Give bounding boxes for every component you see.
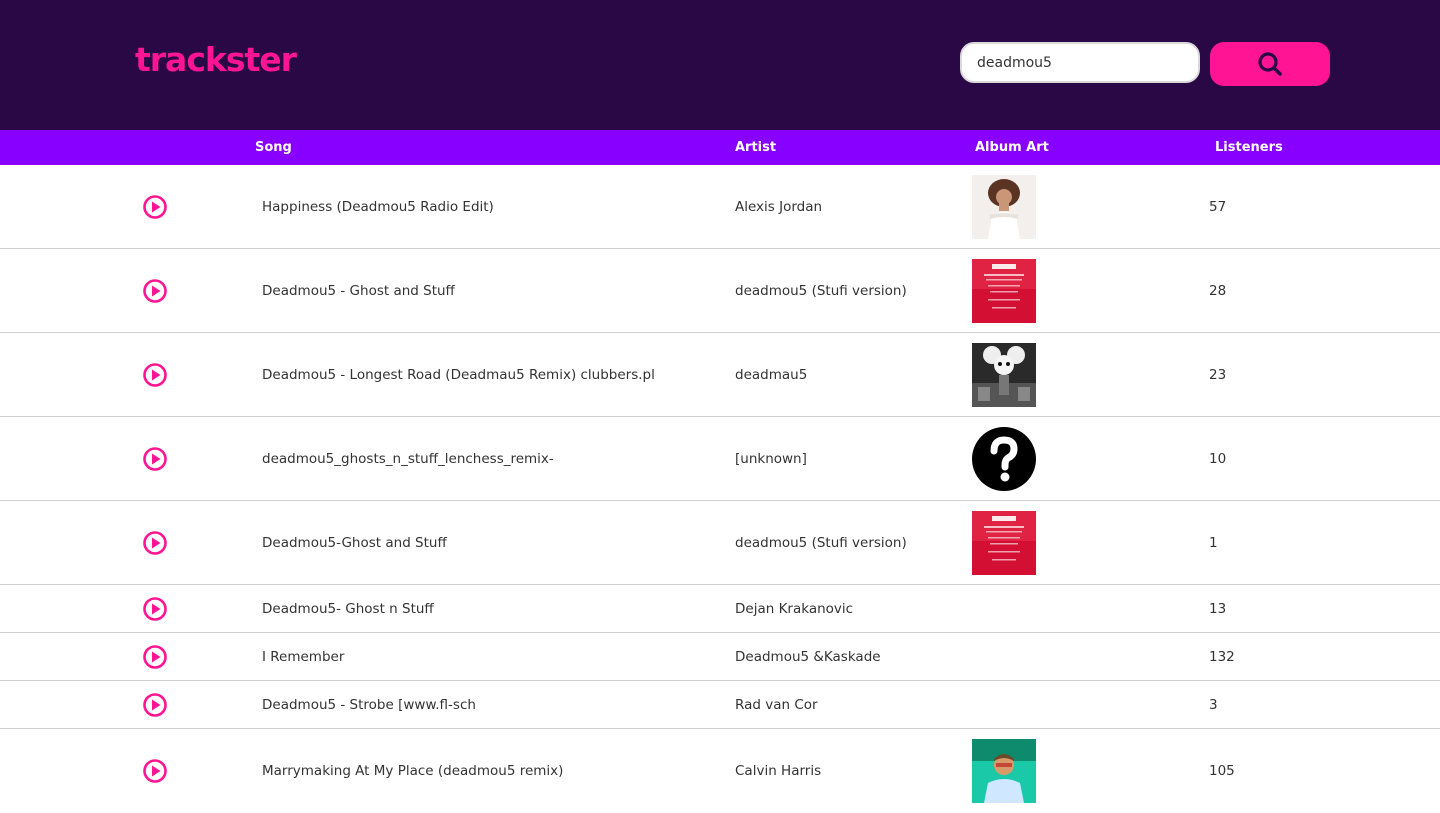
listener-count: 13	[1209, 600, 1227, 617]
table-row[interactable]: I Remember Deadmou5 &Kaskade 132	[0, 633, 1440, 681]
song-title: deadmou5_ghosts_n_stuff_lenchess_remix-	[262, 450, 554, 467]
album-art	[972, 739, 1036, 803]
song-title: Deadmou5 - Longest Road (Deadmau5 Remix)…	[262, 366, 655, 383]
play-icon[interactable]	[142, 362, 168, 388]
song-title: Deadmou5- Ghost n Stuff	[262, 600, 434, 617]
table-row[interactable]: Happiness (Deadmou5 Radio Edit) Alexis J…	[0, 165, 1440, 249]
song-title: Happiness (Deadmou5 Radio Edit)	[262, 198, 494, 215]
table-row[interactable]: Deadmou5- Ghost n Stuff Dejan Krakanovic…	[0, 585, 1440, 633]
track-list: Happiness (Deadmou5 Radio Edit) Alexis J…	[0, 165, 1440, 813]
album-art	[972, 510, 1036, 575]
artist-name: Alexis Jordan	[735, 198, 823, 215]
table-row[interactable]: Deadmou5-Ghost and Stuff deadmou5 (Stufi…	[0, 501, 1440, 585]
play-icon[interactable]	[142, 692, 168, 718]
listener-count: 1	[1209, 534, 1218, 551]
trackster-logo[interactable]: trackster	[135, 40, 297, 79]
album-art	[972, 258, 1036, 323]
artist-name: Calvin Harris	[735, 763, 822, 779]
listener-count: 132	[1209, 648, 1235, 665]
song-title: Deadmou5 - Strobe [www.fl-sch	[262, 696, 476, 713]
listener-count: 105	[1209, 763, 1235, 779]
album-art	[972, 174, 1036, 239]
play-icon[interactable]	[142, 194, 168, 220]
album-art	[972, 342, 1036, 407]
song-title: I Remember	[262, 648, 345, 665]
artist-name: deadmou5 (Stufi version)	[735, 282, 907, 299]
search-icon	[1258, 52, 1282, 76]
play-icon[interactable]	[142, 530, 168, 556]
search-button[interactable]	[1210, 42, 1330, 86]
column-header-listeners[interactable]: Listeners	[1215, 140, 1283, 155]
table-row[interactable]: Deadmou5 - Strobe [www.fl-sch Rad van Co…	[0, 681, 1440, 729]
table-row[interactable]: Deadmou5 - Ghost and Stuff deadmou5 (Stu…	[0, 249, 1440, 333]
table-row[interactable]: Marrymaking At My Place (deadmou5 remix)…	[0, 729, 1440, 813]
play-icon[interactable]	[142, 758, 168, 784]
listener-count: 57	[1209, 198, 1227, 215]
artist-name: deadmau5	[735, 366, 808, 383]
column-header-album-art[interactable]: Album Art	[975, 140, 1049, 155]
song-title: Deadmou5 - Ghost and Stuff	[262, 282, 455, 299]
song-title: Deadmou5-Ghost and Stuff	[262, 534, 447, 551]
listener-count: 10	[1209, 450, 1227, 467]
play-icon[interactable]	[142, 596, 168, 622]
table-header: Song Artist Album Art Listeners	[0, 130, 1440, 165]
artist-name: deadmou5 (Stufi version)	[735, 534, 907, 551]
table-row[interactable]: deadmou5_ghosts_n_stuff_lenchess_remix- …	[0, 417, 1440, 501]
column-header-song[interactable]: Song	[255, 140, 292, 155]
listener-count: 3	[1209, 696, 1218, 713]
artist-name: Deadmou5 &Kaskade	[735, 648, 881, 665]
search-input[interactable]	[960, 42, 1200, 83]
play-icon[interactable]	[142, 278, 168, 304]
table-row[interactable]: Deadmou5 - Longest Road (Deadmau5 Remix)…	[0, 333, 1440, 417]
column-header-artist[interactable]: Artist	[735, 140, 776, 155]
listener-count: 23	[1209, 366, 1227, 383]
question-mark-icon	[972, 426, 1036, 491]
artist-name: Rad van Cor	[735, 696, 818, 713]
artist-name: [unknown]	[735, 450, 807, 467]
listener-count: 28	[1209, 282, 1227, 299]
song-title: Marrymaking At My Place (deadmou5 remix)	[262, 763, 564, 779]
play-icon[interactable]	[142, 446, 168, 472]
play-icon[interactable]	[142, 644, 168, 670]
artist-name: Dejan Krakanovic	[735, 600, 854, 617]
top-bar: trackster	[0, 0, 1440, 130]
